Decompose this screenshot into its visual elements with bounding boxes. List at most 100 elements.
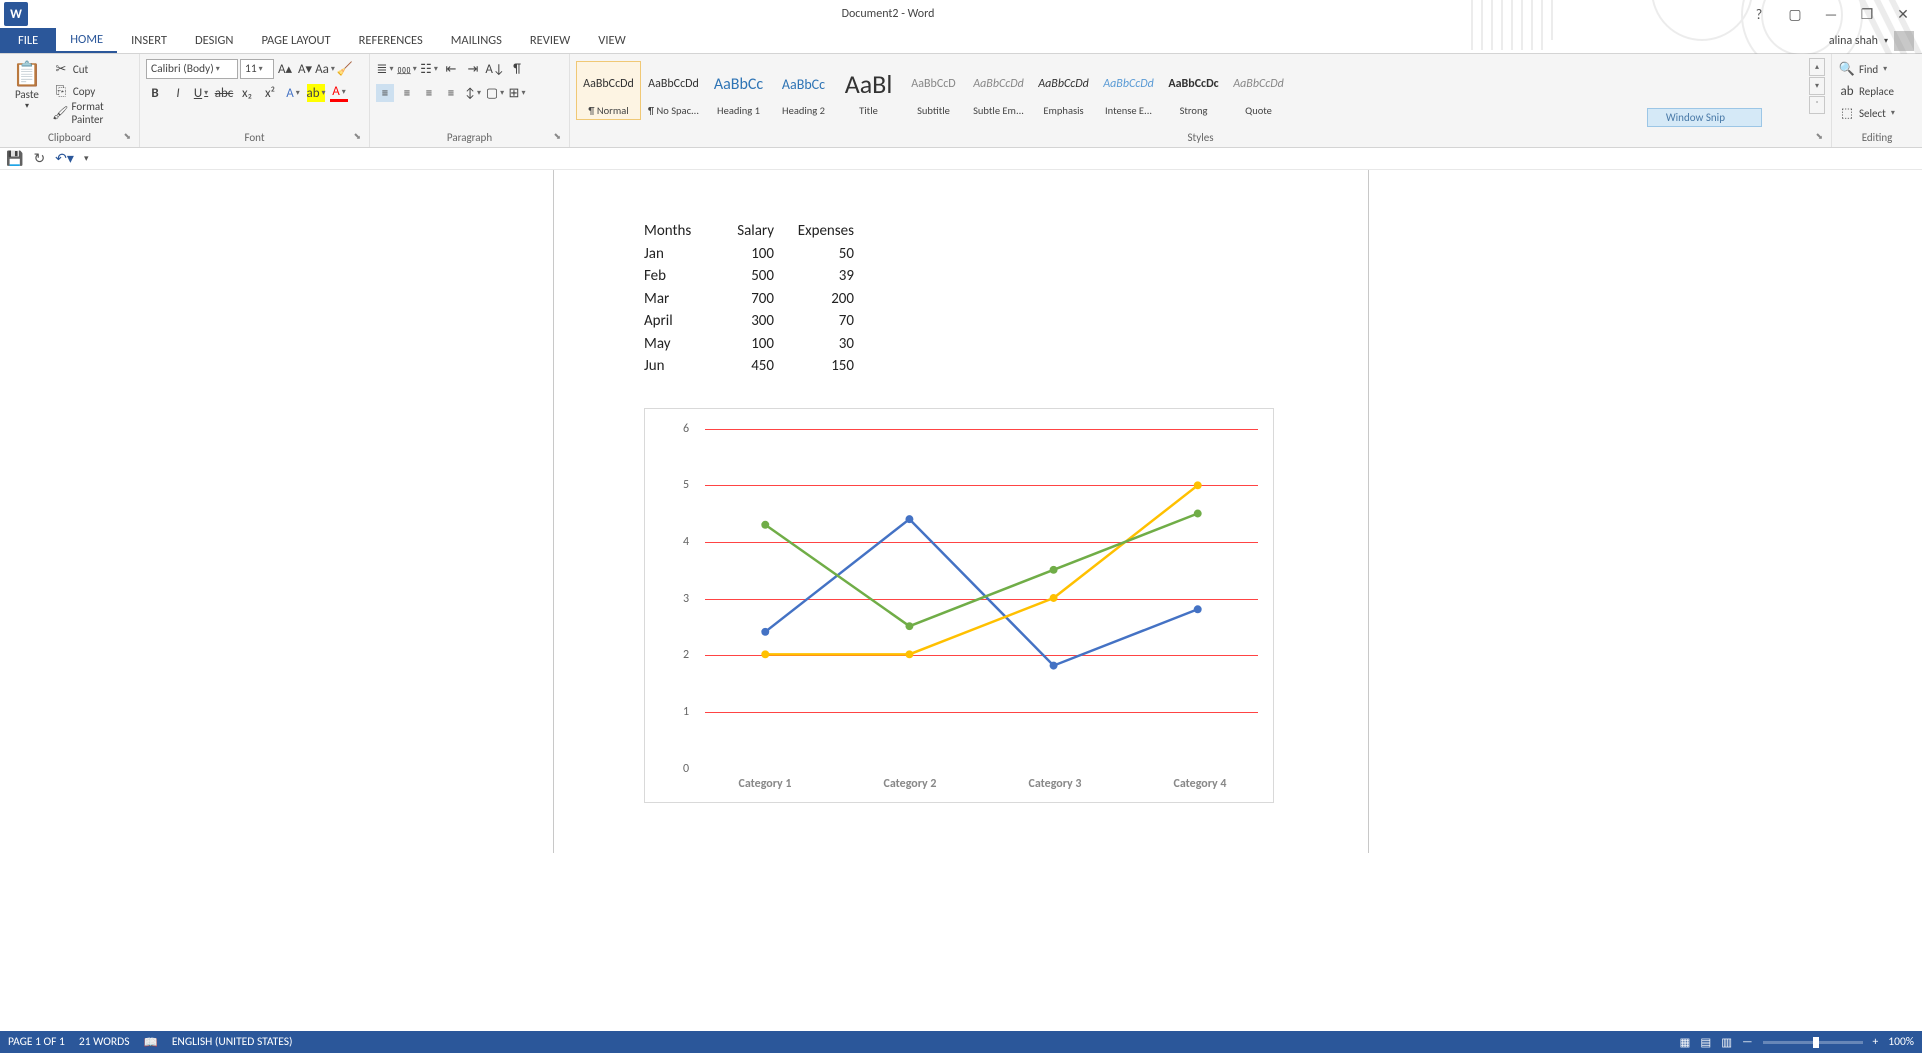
styles-scroll-down[interactable]: ▾ [1809,77,1825,95]
line-spacing-button[interactable]: ↕ [464,84,482,102]
borders-button[interactable]: ⊞ [508,84,526,102]
page-indicator[interactable]: PAGE 1 OF 1 [8,1035,65,1049]
copy-icon: ⎘ [52,82,70,100]
paste-button[interactable]: 📋 Paste ▾ [6,58,48,113]
numbering-button[interactable]: ⅏ [398,60,416,78]
cut-button[interactable]: ✂Cut [52,58,133,80]
select-button[interactable]: ⬚Select [1838,102,1895,124]
spellcheck-icon[interactable]: 📖 [143,1035,157,1050]
tab-file[interactable]: FILE [0,28,56,53]
tab-review[interactable]: REVIEW [516,28,584,53]
zoom-out-button[interactable]: — [1742,1035,1752,1049]
data-table: MonthsSalaryExpensesJan10050Feb50039Mar7… [644,220,1278,378]
word-count[interactable]: 21 WORDS [79,1035,130,1049]
close-icon[interactable]: ✕ [1892,6,1914,23]
clear-formatting-button[interactable]: 🧹 [336,60,354,78]
highlight-button[interactable]: ab [307,84,325,102]
grow-font-button[interactable]: A▴ [276,60,294,78]
subscript-button[interactable]: x₂ [238,84,256,102]
styles-expand[interactable]: ⁼ [1809,96,1825,114]
sort-button[interactable]: A↓ [486,60,504,78]
clipboard-launcher[interactable]: ⬊ [123,131,131,142]
style-item[interactable]: AaBbCcHeading 2 [771,61,836,120]
qat-customize[interactable]: ▾ [84,153,89,164]
style-item[interactable]: AaBbCcHeading 1 [706,61,771,120]
page[interactable]: MonthsSalaryExpensesJan10050Feb50039Mar7… [553,170,1369,853]
help-icon[interactable]: ? [1748,6,1770,23]
paragraph-launcher[interactable]: ⬊ [553,131,561,142]
styles-scroll-up[interactable]: ▴ [1809,58,1825,76]
undo-button[interactable]: ↶▾ [55,150,74,167]
zoom-slider[interactable] [1763,1041,1863,1044]
style-item[interactable]: AaBbCcDdQuote [1226,61,1291,120]
format-painter-button[interactable]: 🖌Format Painter [52,102,133,124]
replace-button[interactable]: abReplace [1838,80,1894,102]
tab-view[interactable]: VIEW [584,28,639,53]
copy-button[interactable]: ⎘Copy [52,80,133,102]
change-case-button[interactable]: Aa [316,60,334,78]
align-right-button[interactable]: ≡ [420,84,438,102]
style-item[interactable]: AaBbCcDdEmphasis [1031,61,1096,120]
cut-icon: ✂ [52,60,70,78]
status-bar: PAGE 1 OF 1 21 WORDS 📖 ENGLISH (UNITED S… [0,1031,1922,1053]
shading-button[interactable]: ▢ [486,84,504,102]
text-effects-button[interactable]: A [284,84,302,102]
font-size-select[interactable]: 11 [240,59,274,79]
group-paragraph: ≣ ⅏ ☷ ⇤ ⇥ A↓ ¶ ≡ ≡ ≡ ≡ ↕ ▢ ⊞ Paragraph⬊ [370,54,570,147]
style-item[interactable]: AaBbCcDcStrong [1161,61,1226,120]
web-layout-button[interactable]: ▥ [1721,1035,1732,1050]
select-icon: ⬚ [1838,104,1856,122]
font-launcher[interactable]: ⬊ [353,131,361,142]
multilevel-button[interactable]: ☷ [420,60,438,78]
minimize-icon[interactable]: — [1820,6,1842,23]
align-left-button[interactable]: ≡ [376,84,394,102]
ribbon-options-icon[interactable]: ▢ [1784,6,1806,23]
document-area[interactable]: MonthsSalaryExpensesJan10050Feb50039Mar7… [0,170,1922,1031]
user-name: alina shah [1829,34,1878,48]
strike-button[interactable]: abc [215,84,233,102]
shrink-font-button[interactable]: A▾ [296,60,314,78]
group-editing: 🔍Find abReplace ⬚Select Editing [1832,54,1922,147]
save-button[interactable]: 💾 [6,150,23,167]
tab-insert[interactable]: INSERT [117,28,181,53]
justify-button[interactable]: ≡ [442,84,460,102]
styles-launcher[interactable]: ⬊ [1815,131,1823,142]
zoom-in-button[interactable]: + [1873,1035,1879,1049]
style-item[interactable]: AaBbCcDdIntense E... [1096,61,1161,120]
show-marks-button[interactable]: ¶ [508,60,526,78]
tab-mailings[interactable]: MAILINGS [437,28,516,53]
style-item[interactable]: AaBbCcDd¶ No Spac... [641,61,706,120]
group-clipboard: 📋 Paste ▾ ✂Cut ⎘Copy 🖌Format Painter Cli… [0,54,140,147]
tab-page-layout[interactable]: PAGE LAYOUT [247,28,344,53]
tab-references[interactable]: REFERENCES [345,28,437,53]
underline-button[interactable]: U [192,84,210,102]
zoom-level[interactable]: 100% [1888,1035,1914,1049]
title-bar: W Document2 - Word ? ▢ — ❐ ✕ [0,0,1922,28]
replace-icon: ab [1838,82,1856,100]
language-indicator[interactable]: ENGLISH (UNITED STATES) [172,1035,293,1049]
align-center-button[interactable]: ≡ [398,84,416,102]
read-mode-button[interactable]: ▦ [1680,1035,1691,1050]
print-layout-button[interactable]: ▤ [1700,1035,1711,1050]
decrease-indent-button[interactable]: ⇤ [442,60,460,78]
style-item[interactable]: AaBbCcDdSubtle Em... [966,61,1031,120]
italic-button[interactable]: I [169,84,187,102]
tab-home[interactable]: HOME [56,28,117,53]
user-account[interactable]: alina shah ▾ [1829,28,1922,53]
font-color-button[interactable]: A [330,84,348,102]
group-styles: AaBbCcDd¶ NormalAaBbCcDd¶ No Spac...AaBb… [570,54,1832,147]
bullets-button[interactable]: ≣ [376,60,394,78]
increase-indent-button[interactable]: ⇥ [464,60,482,78]
redo-button[interactable]: ↻ [33,150,45,167]
styles-gallery[interactable]: AaBbCcDd¶ NormalAaBbCcDd¶ No Spac...AaBb… [576,58,1805,123]
tab-design[interactable]: DESIGN [181,28,248,53]
superscript-button[interactable]: x² [261,84,279,102]
chart[interactable]: 0123456Category 1Category 2Category 3Cat… [644,408,1274,803]
font-name-select[interactable]: Calibri (Body) [146,59,238,79]
style-item[interactable]: AaBbCcDSubtitle [901,61,966,120]
restore-icon[interactable]: ❐ [1856,6,1878,23]
find-button[interactable]: 🔍Find [1838,58,1887,80]
style-item[interactable]: AaBlTitle [836,61,901,120]
bold-button[interactable]: B [146,84,164,102]
style-item[interactable]: AaBbCcDd¶ Normal [576,61,641,120]
